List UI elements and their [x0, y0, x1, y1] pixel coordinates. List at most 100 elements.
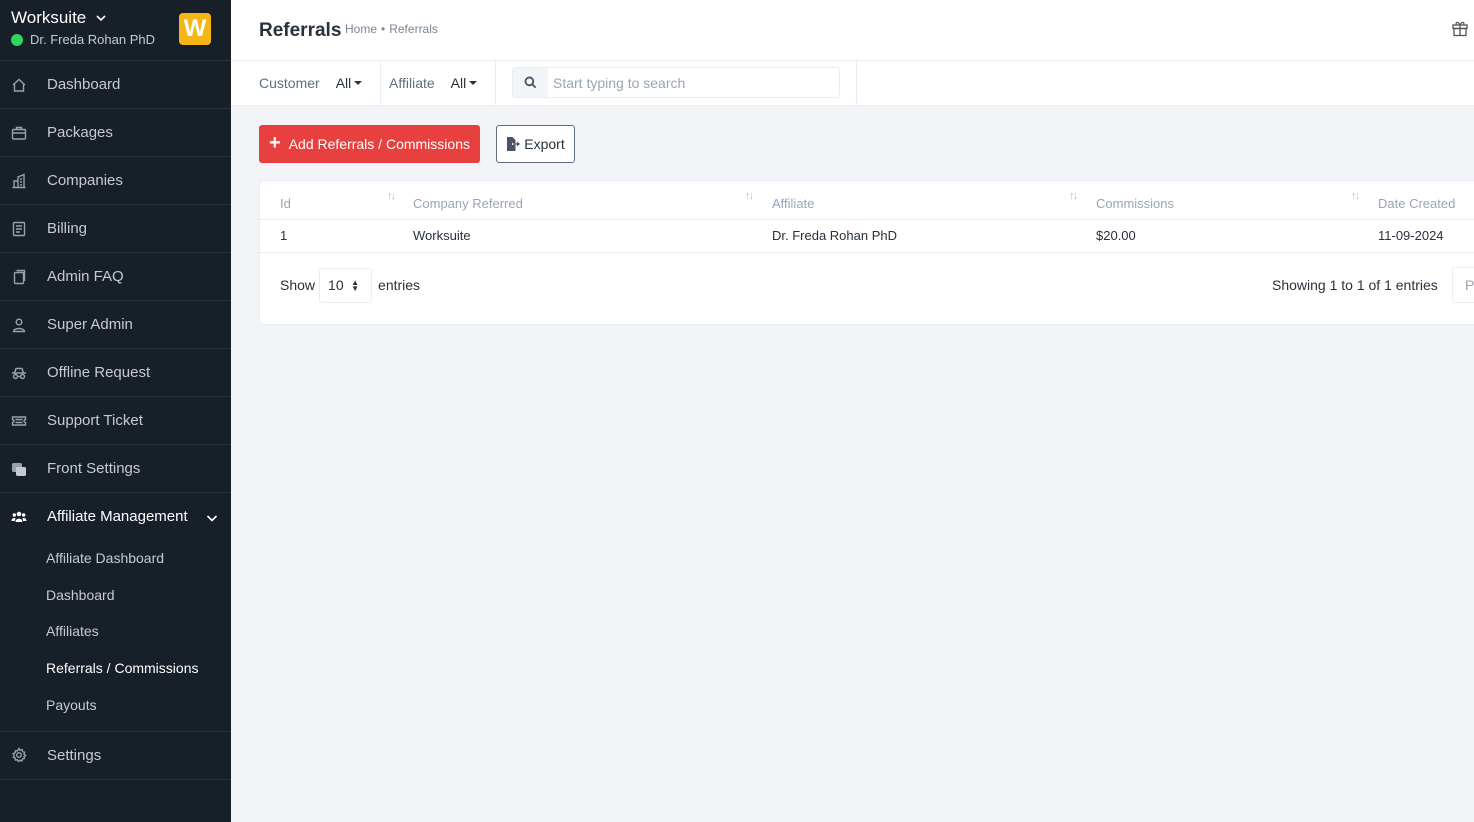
- gift-icon[interactable]: [1451, 19, 1469, 37]
- affiliate-filter-label: Affiliate: [389, 75, 435, 91]
- sidebar-item-super-admin[interactable]: Super Admin: [0, 301, 231, 349]
- submenu-item-affiliates[interactable]: Affiliates: [0, 613, 231, 650]
- customer-filter-value: All: [335, 75, 352, 91]
- affiliate-submenu: Affiliate Dashboard Dashboard Affiliates…: [0, 540, 231, 732]
- sidebar-item-label: Super Admin: [47, 316, 133, 333]
- page-title: Referrals: [259, 20, 342, 41]
- table-row: 1 Worksuite Dr. Freda Rohan PhD $20.00 1…: [260, 220, 1474, 253]
- sidebar: Worksuite Dr. Freda Rohan PhD W Dashboar…: [0, 0, 231, 822]
- briefcase-icon: [11, 125, 27, 141]
- show-label: Show: [280, 277, 316, 293]
- submenu-item-dashboard[interactable]: Dashboard: [0, 577, 231, 614]
- gear-icon: [11, 747, 27, 764]
- sidebar-item-settings[interactable]: Settings: [0, 732, 231, 780]
- customer-filter-label: Customer: [259, 75, 320, 91]
- document-icon: [11, 269, 27, 285]
- search-input[interactable]: [548, 74, 833, 91]
- sort-icon[interactable]: ↑↓: [1069, 190, 1078, 202]
- column-header-affiliate[interactable]: Affiliate: [772, 196, 814, 211]
- cell-date: 11-09-2024: [1378, 228, 1444, 243]
- affiliate-filter-dropdown[interactable]: All: [451, 75, 478, 91]
- add-referral-button[interactable]: + Add Referrals / Commissions: [259, 125, 480, 163]
- receipt-icon: [11, 221, 27, 237]
- cell-affiliate: Dr. Freda Rohan PhD: [772, 228, 898, 243]
- sidebar-item-label: Affiliate Management: [47, 508, 188, 525]
- submenu-item-referrals-commissions[interactable]: Referrals / Commissions: [0, 650, 231, 687]
- page-header: Referrals Home • Referrals: [231, 0, 1474, 61]
- breadcrumb-current: Referrals: [389, 22, 438, 36]
- page-size-control: Show 10 ▲ ▼ entries: [280, 267, 420, 303]
- search-icon: [513, 68, 548, 97]
- chevron-down-icon: [206, 511, 218, 523]
- submenu-item-affiliate-dashboard[interactable]: Affiliate Dashboard: [0, 540, 231, 577]
- add-referral-label: Add Referrals / Commissions: [288, 136, 470, 152]
- current-user-name: Dr. Freda Rohan PhD: [30, 32, 156, 47]
- breadcrumb-separator: •: [381, 22, 386, 36]
- export-button[interactable]: Export: [496, 125, 575, 163]
- affiliate-filter-value: All: [450, 75, 467, 91]
- breadcrumb-home[interactable]: Home: [345, 22, 377, 36]
- file-export-icon: [507, 137, 521, 151]
- building-icon: [11, 172, 27, 189]
- people-icon: [11, 509, 27, 525]
- sidebar-item-companies[interactable]: Companies: [0, 157, 231, 205]
- filter-divider: [495, 61, 496, 105]
- sidebar-item-label: Billing: [47, 220, 88, 237]
- sidebar-item-dashboard[interactable]: Dashboard: [0, 61, 231, 109]
- select-arrows-icon: ▲ ▼: [351, 277, 360, 293]
- plus-icon: +: [269, 132, 281, 154]
- sidebar-item-label: Packages: [47, 124, 113, 141]
- column-header-company[interactable]: Company Referred: [413, 196, 523, 211]
- breadcrumb: Home • Referrals: [345, 22, 438, 36]
- search-box: [512, 67, 840, 98]
- entries-label: entries: [378, 277, 421, 293]
- sidebar-item-billing[interactable]: Billing: [0, 205, 231, 253]
- sidebar-item-label: Dashboard: [47, 76, 121, 93]
- filter-divider: [856, 61, 857, 105]
- sort-icon[interactable]: ↑↓: [387, 190, 396, 202]
- app-logo[interactable]: W: [179, 13, 211, 45]
- sidebar-item-packages[interactable]: Packages: [0, 109, 231, 157]
- house-icon: [11, 77, 27, 93]
- sidebar-item-affiliate-management[interactable]: Affiliate Management: [0, 493, 231, 540]
- referrals-table-card: Id ↑↓ Company Referred ↑↓ Affiliate ↑↓ C…: [259, 180, 1474, 325]
- cell-commission: $20.00: [1096, 228, 1136, 243]
- online-status-icon: [11, 33, 23, 46]
- chevron-down-icon: [96, 15, 106, 22]
- caret-down-icon: [354, 81, 363, 85]
- previous-page-button[interactable]: Pr: [1452, 267, 1474, 303]
- page-size-select[interactable]: 10 ▲ ▼: [319, 267, 373, 303]
- sidebar-item-label: Support Ticket: [47, 412, 143, 429]
- customer-filter-dropdown[interactable]: All: [336, 75, 363, 91]
- submenu-item-payouts[interactable]: Payouts: [0, 686, 231, 723]
- cell-company: Worksuite: [413, 228, 471, 243]
- sidebar-item-label: Front Settings: [47, 460, 141, 477]
- sidebar-item-admin-faq[interactable]: Admin FAQ: [0, 253, 231, 301]
- current-user: Dr. Freda Rohan PhD: [11, 32, 155, 47]
- customer-filter: Customer All: [259, 61, 363, 105]
- sort-icon[interactable]: ↑↓: [1351, 190, 1360, 202]
- table-footer: Show 10 ▲ ▼ entries Showing 1 to 1 of 1 e…: [280, 267, 1474, 303]
- table-header: Id ↑↓ Company Referred ↑↓ Affiliate ↑↓ C…: [260, 181, 1474, 220]
- ticket-icon: [11, 413, 27, 429]
- column-header-commissions[interactable]: Commissions: [1096, 196, 1174, 211]
- sidebar-item-support-ticket[interactable]: Support Ticket: [0, 397, 231, 445]
- sidebar-item-offline-request[interactable]: Offline Request: [0, 349, 231, 397]
- filter-divider: [380, 61, 381, 105]
- sort-icon[interactable]: ↑↓: [745, 190, 754, 202]
- caret-down-icon: [469, 81, 478, 85]
- person-icon: [11, 317, 27, 333]
- sidebar-item-front-settings[interactable]: Front Settings: [0, 445, 231, 493]
- workspace-name: Worksuite: [11, 8, 87, 27]
- filter-bar: Customer All Affiliate All: [231, 61, 1474, 106]
- column-header-id[interactable]: Id: [280, 196, 291, 211]
- page-size-value: 10: [328, 277, 344, 293]
- sidebar-item-label: Admin FAQ: [47, 268, 124, 285]
- layers-icon: [11, 461, 27, 477]
- incognito-icon: [11, 365, 27, 381]
- pagination-info: Showing 1 to 1 of 1 entries: [1272, 277, 1438, 293]
- brand-header: Worksuite Dr. Freda Rohan PhD W: [0, 0, 231, 61]
- column-header-date[interactable]: Date Created: [1378, 196, 1455, 211]
- workspace-switcher[interactable]: Worksuite: [11, 8, 107, 28]
- affiliate-filter: Affiliate All: [389, 61, 478, 105]
